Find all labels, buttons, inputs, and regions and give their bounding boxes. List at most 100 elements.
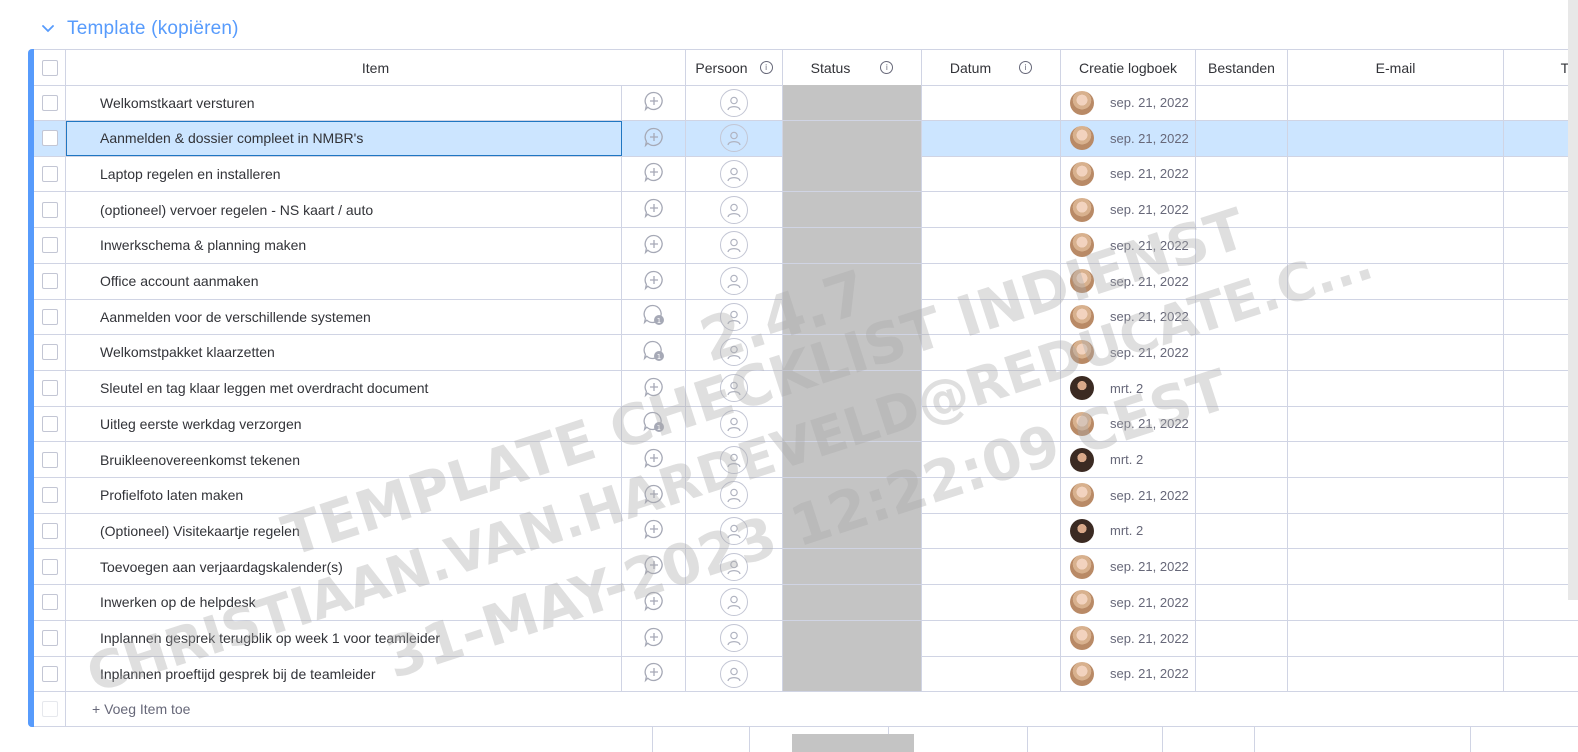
creator-avatar[interactable] bbox=[1070, 626, 1094, 650]
email-cell[interactable] bbox=[1288, 227, 1504, 263]
item-name[interactable]: Toevoegen aan verjaardagskalender(s) bbox=[100, 559, 343, 575]
empty-person-icon[interactable] bbox=[720, 267, 748, 295]
add-update-icon[interactable] bbox=[643, 161, 665, 186]
person-cell[interactable] bbox=[686, 549, 783, 585]
item-name-cell[interactable]: Inwerkschema & planning maken bbox=[66, 227, 622, 263]
row-checkbox[interactable] bbox=[41, 415, 58, 432]
item-name[interactable]: Inplannen proeftijd gesprek bij de teaml… bbox=[100, 666, 376, 682]
table-row[interactable]: Toevoegen aan verjaardagskalender(s) sep.… bbox=[34, 549, 1578, 586]
person-cell[interactable] bbox=[686, 299, 783, 335]
vertical-scrollbar[interactable] bbox=[1568, 0, 1578, 600]
phone-cell[interactable] bbox=[1504, 478, 1578, 513]
status-cell[interactable] bbox=[783, 370, 922, 406]
status-empty-label[interactable] bbox=[783, 120, 921, 156]
status-cell[interactable] bbox=[783, 477, 922, 513]
row-checkbox[interactable] bbox=[41, 594, 58, 611]
column-header-bestanden[interactable]: Bestanden bbox=[1196, 50, 1288, 85]
person-cell[interactable] bbox=[686, 513, 783, 549]
table-row[interactable]: Inwerken op de helpdesk sep. 21, 2022 bbox=[34, 584, 1578, 621]
status-empty-label[interactable] bbox=[783, 406, 921, 442]
email-cell[interactable] bbox=[1288, 156, 1504, 192]
status-cell[interactable] bbox=[783, 192, 922, 228]
status-empty-label[interactable] bbox=[783, 549, 921, 585]
person-cell[interactable] bbox=[686, 406, 783, 442]
date-cell[interactable] bbox=[922, 656, 1061, 692]
conversation-with-updates-icon[interactable]: 1 bbox=[642, 339, 666, 366]
table-row[interactable]: Office account aanmaken sep. 21, 2022 bbox=[34, 263, 1578, 300]
email-cell[interactable] bbox=[1288, 192, 1504, 228]
add-item-input[interactable]: + Voeg Item toe bbox=[66, 701, 190, 717]
conversation-with-updates-icon[interactable]: 1 bbox=[642, 410, 666, 437]
date-cell[interactable] bbox=[922, 477, 1061, 513]
table-row[interactable]: Uitleg eerste werkdag verzorgen 1 sep. 21,… bbox=[34, 406, 1578, 443]
files-cell[interactable] bbox=[1196, 263, 1288, 299]
files-cell[interactable] bbox=[1196, 513, 1288, 549]
item-name-cell[interactable]: Profielfoto laten maken bbox=[66, 477, 622, 513]
add-update-icon[interactable] bbox=[643, 376, 665, 401]
item-name[interactable]: Sleutel en tag klaar leggen met overdrac… bbox=[100, 380, 428, 396]
status-cell[interactable] bbox=[783, 584, 922, 620]
phone-cell[interactable] bbox=[1504, 264, 1578, 299]
add-update-icon[interactable] bbox=[643, 269, 665, 294]
status-cell[interactable] bbox=[783, 513, 922, 549]
column-header-status[interactable]: Status i bbox=[783, 50, 922, 85]
item-name[interactable]: Uitleg eerste werkdag verzorgen bbox=[100, 416, 302, 432]
creator-avatar[interactable] bbox=[1070, 233, 1094, 258]
phone-cell[interactable] bbox=[1504, 549, 1578, 584]
date-cell[interactable] bbox=[922, 299, 1061, 335]
info-icon[interactable]: i bbox=[880, 61, 894, 74]
item-name-cell[interactable]: Laptop regelen en installeren bbox=[66, 156, 622, 192]
item-name[interactable]: Profielfoto laten maken bbox=[100, 487, 243, 503]
person-cell[interactable] bbox=[686, 334, 783, 370]
email-cell[interactable] bbox=[1288, 477, 1504, 513]
updates-cell[interactable] bbox=[622, 192, 686, 228]
person-cell[interactable] bbox=[686, 477, 783, 513]
updates-cell[interactable] bbox=[622, 620, 686, 656]
creator-avatar[interactable] bbox=[1070, 304, 1094, 329]
add-update-icon[interactable] bbox=[643, 518, 665, 543]
person-cell[interactable] bbox=[686, 192, 783, 228]
creator-avatar[interactable] bbox=[1070, 447, 1094, 472]
files-cell[interactable] bbox=[1196, 442, 1288, 477]
info-icon[interactable]: i bbox=[759, 61, 773, 74]
item-name-cell[interactable]: Sleutel en tag klaar leggen met overdrac… bbox=[66, 370, 622, 406]
creator-avatar[interactable] bbox=[1070, 269, 1094, 293]
files-cell[interactable] bbox=[1196, 120, 1288, 156]
date-cell[interactable] bbox=[922, 549, 1061, 585]
row-checkbox[interactable] bbox=[41, 130, 58, 147]
empty-person-icon[interactable] bbox=[720, 588, 748, 617]
phone-cell[interactable] bbox=[1504, 228, 1578, 263]
files-cell[interactable] bbox=[1196, 656, 1288, 692]
date-cell[interactable] bbox=[922, 192, 1061, 228]
status-empty-label[interactable] bbox=[783, 227, 921, 263]
updates-cell[interactable] bbox=[622, 477, 686, 513]
creator-avatar[interactable] bbox=[1070, 590, 1094, 615]
date-cell[interactable] bbox=[922, 85, 1061, 120]
files-cell[interactable] bbox=[1196, 406, 1288, 442]
date-cell[interactable] bbox=[922, 406, 1061, 442]
person-cell[interactable] bbox=[686, 120, 783, 156]
item-name-cell[interactable]: (optioneel) vervoer regelen - NS kaart /… bbox=[66, 192, 622, 228]
status-cell[interactable] bbox=[783, 156, 922, 192]
row-checkbox[interactable] bbox=[41, 237, 58, 254]
creator-avatar[interactable] bbox=[1070, 554, 1094, 579]
status-empty-label[interactable] bbox=[783, 656, 921, 692]
files-cell[interactable] bbox=[1196, 549, 1288, 585]
row-checkbox[interactable] bbox=[41, 451, 58, 468]
item-name[interactable]: Inwerkschema & planning maken bbox=[100, 237, 306, 253]
item-name-cell[interactable]: (Optioneel) Visitekaartje regelen bbox=[66, 513, 622, 549]
email-cell[interactable] bbox=[1288, 442, 1504, 477]
email-cell[interactable] bbox=[1288, 370, 1504, 406]
files-cell[interactable] bbox=[1196, 192, 1288, 228]
item-name-cell[interactable]: Welkomstkaart versturen bbox=[66, 85, 622, 120]
status-cell[interactable] bbox=[783, 656, 922, 692]
column-header-item[interactable]: Item bbox=[66, 50, 686, 85]
item-name-cell[interactable]: Toevoegen aan verjaardagskalender(s) bbox=[66, 549, 622, 585]
empty-person-icon[interactable] bbox=[720, 374, 748, 403]
table-row[interactable]: Aanmelden voor de verschillende systemen… bbox=[34, 299, 1578, 336]
table-row[interactable]: Inplannen gesprek terugblik op week 1 vo… bbox=[34, 620, 1578, 657]
status-empty-label[interactable] bbox=[783, 299, 921, 335]
row-checkbox[interactable] bbox=[41, 201, 58, 218]
row-checkbox[interactable] bbox=[41, 487, 58, 504]
updates-cell[interactable] bbox=[622, 549, 686, 585]
